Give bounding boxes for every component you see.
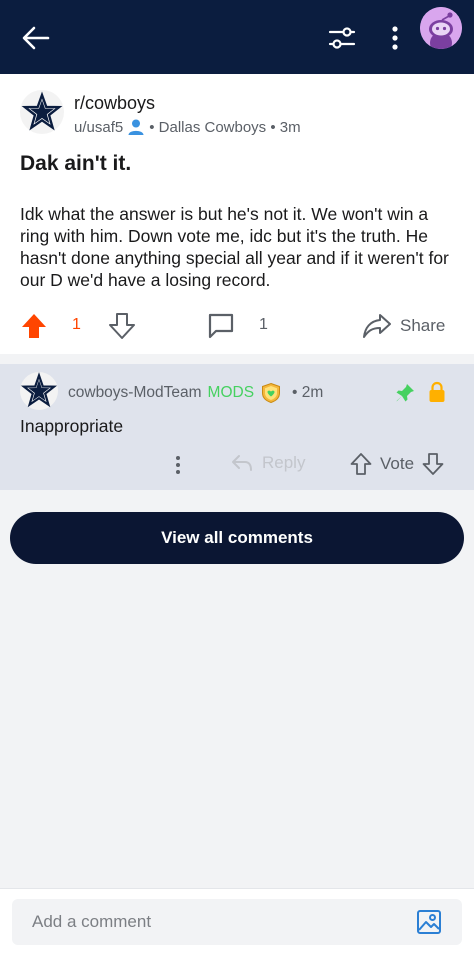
more-vertical-icon[interactable] <box>170 454 186 476</box>
snoo-avatar-icon <box>420 7 462 49</box>
share-label: Share <box>400 316 446 335</box>
post-score: 1 <box>72 316 81 333</box>
post-username[interactable]: u/usaf5 <box>74 119 123 136</box>
reply-label: Reply <box>262 453 306 472</box>
view-all-comments-button[interactable]: View all comments <box>10 512 464 564</box>
back-arrow-icon[interactable] <box>18 20 54 56</box>
upvote-icon[interactable] <box>350 452 372 476</box>
post-meta: u/usaf5 • Dallas Cowboys • 3m <box>74 118 301 136</box>
share-button[interactable]: Share <box>362 311 462 341</box>
subreddit-name[interactable]: r/cowboys <box>74 93 155 114</box>
pin-icon <box>396 384 414 402</box>
comment-author[interactable]: cowboys-ModTeam <box>68 384 202 402</box>
add-comment-input[interactable]: Add a comment <box>12 899 462 945</box>
avatar[interactable] <box>420 7 462 49</box>
mods-badge: MODS <box>207 384 255 401</box>
filter-sliders-icon[interactable] <box>326 22 358 54</box>
comment-body: Inappropriate <box>20 416 124 436</box>
user-profile-icon <box>128 119 144 135</box>
comment-avatar[interactable] <box>20 372 58 410</box>
vote-control: Vote <box>350 452 444 476</box>
downvote-icon[interactable] <box>422 452 444 476</box>
comment-bubble-icon[interactable] <box>206 312 236 340</box>
subreddit-logo[interactable] <box>20 90 64 134</box>
comment-actions: Reply Vote <box>0 450 474 480</box>
post-card: r/cowboys u/usaf5 • Dallas Cowboys • 3m … <box>0 74 474 354</box>
cowboys-star-icon <box>20 372 58 408</box>
add-comment-placeholder: Add a comment <box>32 912 152 931</box>
upvote-icon[interactable] <box>20 312 48 340</box>
share-arrow-icon <box>363 314 391 338</box>
comment-author-line: cowboys-ModTeam MODS • 2m <box>68 382 323 404</box>
post-body: Idk what the answer is but he's not it. … <box>20 204 449 290</box>
mod-shield-icon <box>262 382 281 404</box>
mod-comment: cowboys-ModTeam MODS • 2m Inappropriate … <box>0 364 474 490</box>
top-bar <box>0 0 474 74</box>
image-upload-icon[interactable] <box>416 909 442 935</box>
reply-arrow-icon <box>232 455 252 471</box>
reply-button[interactable]: Reply <box>230 452 305 474</box>
post-title: Dak ain't it. <box>20 152 132 175</box>
comment-composer-bar: Add a comment <box>0 888 474 954</box>
comment-count: 1 <box>259 316 268 333</box>
post-flair-time: • Dallas Cowboys • 3m <box>149 118 301 136</box>
cowboys-star-icon <box>21 91 63 131</box>
post-actions: 1 1 Share <box>0 306 474 346</box>
vote-label: Vote <box>380 454 415 473</box>
more-vertical-icon[interactable] <box>382 22 408 54</box>
comment-time: • 2m <box>292 384 324 401</box>
lock-icon <box>429 381 445 402</box>
downvote-icon[interactable] <box>108 312 136 340</box>
